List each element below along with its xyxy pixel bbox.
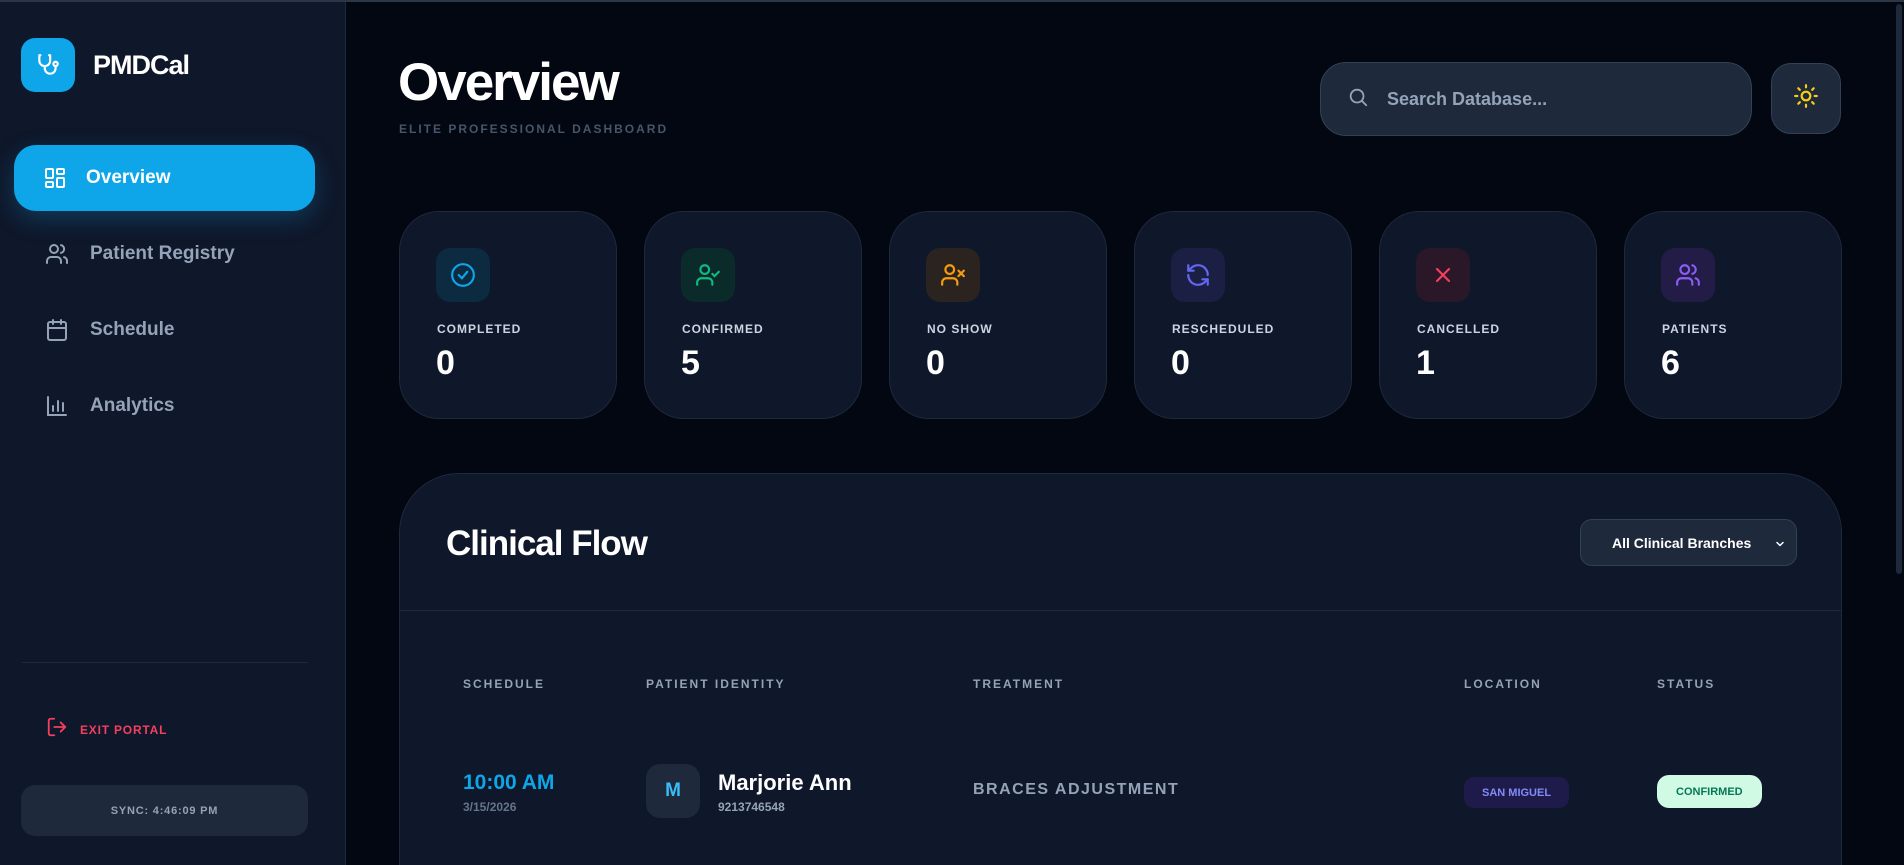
user-check-icon [681, 248, 735, 302]
avatar: M [646, 764, 700, 818]
refresh-icon [1171, 248, 1225, 302]
exit-label: EXIT PORTAL [80, 722, 168, 737]
nav-label: Schedule [90, 319, 175, 340]
stat-value: 0 [926, 344, 945, 382]
branch-select[interactable]: All Clinical Branches [1580, 519, 1797, 566]
nav-label: Patient Registry [90, 243, 235, 264]
nav-label: Overview [86, 167, 171, 188]
calendar-icon [44, 317, 70, 343]
x-icon [1416, 248, 1470, 302]
patient-name[interactable]: Marjorie Ann [718, 770, 852, 796]
nav-item-schedule[interactable]: Schedule [14, 297, 315, 363]
location-badge: SAN MIGUEL [1464, 777, 1570, 808]
page-scrollbar[interactable] [1896, 2, 1904, 865]
stat-label: NO SHOW [927, 322, 993, 336]
users-icon [1661, 248, 1715, 302]
sidebar: PMDCal Overview Patient Registry Schedul… [0, 2, 346, 865]
brand-name: PMDCal [93, 49, 190, 80]
stat-card-cancelled[interactable]: CANCELLED 1 [1379, 211, 1597, 419]
page-subtitle: ELITE PROFESSIONAL DASHBOARD [399, 122, 669, 136]
stat-value: 5 [681, 344, 700, 382]
stat-card-rescheduled[interactable]: RESCHEDULED 0 [1134, 211, 1352, 419]
stat-value: 0 [1171, 344, 1190, 382]
theme-toggle-button[interactable] [1771, 63, 1841, 134]
stethoscope-icon [21, 38, 75, 92]
sun-icon [1793, 83, 1819, 114]
stats-row: COMPLETED 0 CONFIRMED 5 NO SHOW 0 RESCHE… [399, 211, 1842, 419]
search-icon [1347, 86, 1369, 113]
column-header-patient: PATIENT IDENTITY [646, 677, 786, 691]
panel-divider [400, 610, 1841, 611]
table-row[interactable]: 10:00 AM 3/15/2026 M Marjorie Ann 921374… [400, 754, 1841, 854]
logout-icon [46, 716, 68, 743]
treatment: BRACES ADJUSTMENT [973, 781, 1180, 798]
clinical-flow-panel: Clinical Flow All Clinical Branches SCHE… [399, 473, 1842, 865]
stat-label: CONFIRMED [682, 322, 764, 336]
appointment-time: 10:00 AM [463, 771, 555, 794]
page-title: Overview [398, 53, 620, 112]
stat-card-patients[interactable]: PATIENTS 6 [1624, 211, 1842, 419]
panel-title: Clinical Flow [446, 524, 648, 563]
status-badge[interactable]: CONFIRMED [1657, 775, 1762, 808]
search-box [1320, 62, 1752, 136]
stat-label: CANCELLED [1417, 322, 1500, 336]
users-icon [44, 241, 70, 267]
appointment-date: 3/15/2026 [463, 800, 517, 814]
brand[interactable]: PMDCal [21, 38, 190, 92]
column-header-treatment: TREATMENT [973, 677, 1065, 691]
stat-value: 6 [1661, 344, 1680, 382]
stat-card-completed[interactable]: COMPLETED 0 [399, 211, 617, 419]
column-header-schedule: SCHEDULE [463, 677, 546, 691]
stat-value: 0 [436, 344, 455, 382]
check-circle-icon [436, 248, 490, 302]
stat-label: COMPLETED [437, 322, 522, 336]
dashboard-grid-icon [42, 165, 68, 191]
column-header-status: STATUS [1657, 677, 1716, 691]
stat-label: PATIENTS [1662, 322, 1728, 336]
nav-item-analytics[interactable]: Analytics [14, 373, 315, 439]
nav-item-overview[interactable]: Overview [14, 145, 315, 211]
column-header-location: LOCATION [1464, 677, 1542, 691]
stat-value: 1 [1416, 344, 1435, 382]
patient-phone: 9213746548 [718, 800, 785, 814]
stat-card-no-show[interactable]: NO SHOW 0 [889, 211, 1107, 419]
stat-card-confirmed[interactable]: CONFIRMED 5 [644, 211, 862, 419]
stat-label: RESCHEDULED [1172, 322, 1275, 336]
bar-chart-icon [44, 393, 70, 419]
main-nav: Overview Patient Registry Schedule Analy… [14, 145, 315, 449]
scrollbar-thumb[interactable] [1896, 4, 1902, 574]
search-input[interactable] [1387, 88, 1727, 110]
sync-status: SYNC: 4:46:09 PM [21, 785, 308, 836]
branch-select-value: All Clinical Branches [1612, 534, 1752, 551]
user-x-icon [926, 248, 980, 302]
chevron-down-icon [1774, 537, 1786, 555]
exit-portal-button[interactable]: EXIT PORTAL [46, 716, 167, 743]
sidebar-divider [22, 662, 308, 663]
nav-label: Analytics [90, 395, 175, 416]
nav-item-patient-registry[interactable]: Patient Registry [14, 221, 315, 287]
